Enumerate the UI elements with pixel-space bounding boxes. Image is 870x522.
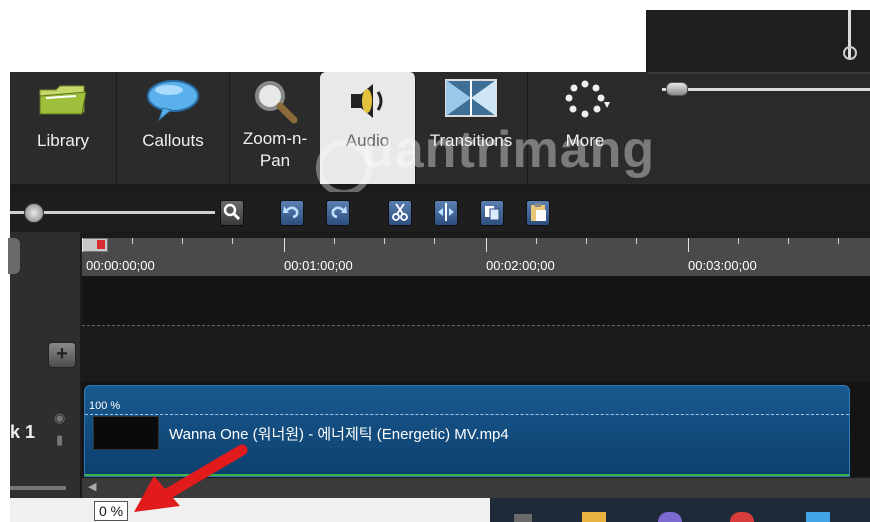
- properties-top: [648, 10, 870, 74]
- horizontal-slider-knob[interactable]: [666, 82, 688, 96]
- track-height-slider[interactable]: [10, 486, 66, 490]
- zoom-button[interactable]: [220, 200, 244, 226]
- ruler-time-label: 00:01:00;00: [284, 258, 353, 273]
- lock-icon[interactable]: ▮: [56, 432, 63, 448]
- preview-area: [10, 10, 646, 72]
- track-label: k 1: [10, 422, 36, 442]
- ruler-tick: [738, 238, 739, 244]
- ruler-tick: [334, 238, 335, 244]
- taskbar-app-icon[interactable]: [730, 512, 754, 522]
- collapse-handle[interactable]: [8, 238, 20, 274]
- split-button[interactable]: [434, 200, 458, 226]
- ruler-tick: [82, 238, 83, 252]
- ruler-tick: [486, 238, 487, 252]
- scissors-icon: [392, 203, 408, 221]
- add-track-button[interactable]: +: [48, 342, 76, 368]
- timeline-toolbar: [10, 192, 870, 232]
- redo-icon: [331, 206, 347, 219]
- undo-button[interactable]: [280, 200, 304, 226]
- tab-library[interactable]: Library: [10, 72, 117, 184]
- folder-icon: [36, 78, 90, 125]
- watermark: uantrimang: [362, 121, 656, 179]
- ruler-tick: [434, 238, 435, 244]
- volume-slider-knob[interactable]: [843, 46, 857, 60]
- zoom-slider-knob[interactable]: [24, 203, 44, 223]
- clip-volume-label: 100 %: [89, 400, 121, 412]
- empty-track-lane[interactable]: [82, 325, 870, 382]
- track-header-column: [10, 232, 80, 522]
- ruler-tick: [182, 238, 183, 244]
- magnifier-icon: [223, 203, 241, 221]
- ruler-tick: [284, 238, 285, 252]
- taskbar-app-icon[interactable]: [658, 512, 682, 522]
- ruler-time-label: 00:00:00;00: [86, 258, 155, 273]
- ruler-tick: [536, 238, 537, 244]
- split-icon: [438, 203, 454, 221]
- ruler-time-label: 00:02:00;00: [486, 258, 555, 273]
- playhead[interactable]: [82, 238, 108, 252]
- horizontal-slider-track[interactable]: [662, 88, 870, 91]
- ruler-tick: [586, 238, 587, 244]
- ruler-time-label: 00:03:00;00: [688, 258, 757, 273]
- timeline-ruler[interactable]: 00:00:00;00 00:01:00;00 00:02:00;00 00:0…: [82, 238, 870, 276]
- eye-icon[interactable]: ◉: [54, 410, 65, 426]
- copy-icon: [485, 206, 500, 221]
- cut-button[interactable]: [388, 200, 412, 226]
- ruler-tick: [132, 238, 133, 244]
- paste-icon: [531, 203, 546, 221]
- paste-button[interactable]: [526, 200, 550, 226]
- transitions-icon: [444, 78, 498, 123]
- taskbar: [490, 498, 870, 522]
- redo-button[interactable]: [326, 200, 350, 226]
- red-arrow-icon: [134, 444, 248, 512]
- ruler-tick: [636, 238, 637, 244]
- ruler-tick: [688, 238, 689, 252]
- undo-icon: [283, 206, 299, 219]
- playhead-marker: [97, 240, 105, 249]
- ruler-tick: [788, 238, 789, 244]
- scroll-left-icon[interactable]: ◀: [88, 480, 96, 493]
- magnifier-icon: [252, 78, 298, 129]
- speech-bubble-icon: [145, 78, 201, 127]
- ruler-tick: [232, 238, 233, 244]
- taskbar-app-icon[interactable]: [806, 512, 830, 522]
- ruler-tick: [838, 238, 839, 244]
- tab-callouts[interactable]: Callouts: [117, 72, 230, 184]
- volume-line[interactable]: [85, 414, 849, 415]
- volume-tooltip: 0 %: [94, 501, 129, 521]
- status-bar: [10, 498, 490, 522]
- properties-panel: [648, 10, 870, 184]
- copy-button[interactable]: [480, 200, 504, 226]
- tab-zoom-n-pan[interactable]: Zoom-n- Pan: [230, 72, 321, 184]
- taskbar-app-icon[interactable]: [514, 514, 532, 522]
- ruler-tick: [384, 238, 385, 244]
- folder-icon[interactable]: [582, 512, 606, 522]
